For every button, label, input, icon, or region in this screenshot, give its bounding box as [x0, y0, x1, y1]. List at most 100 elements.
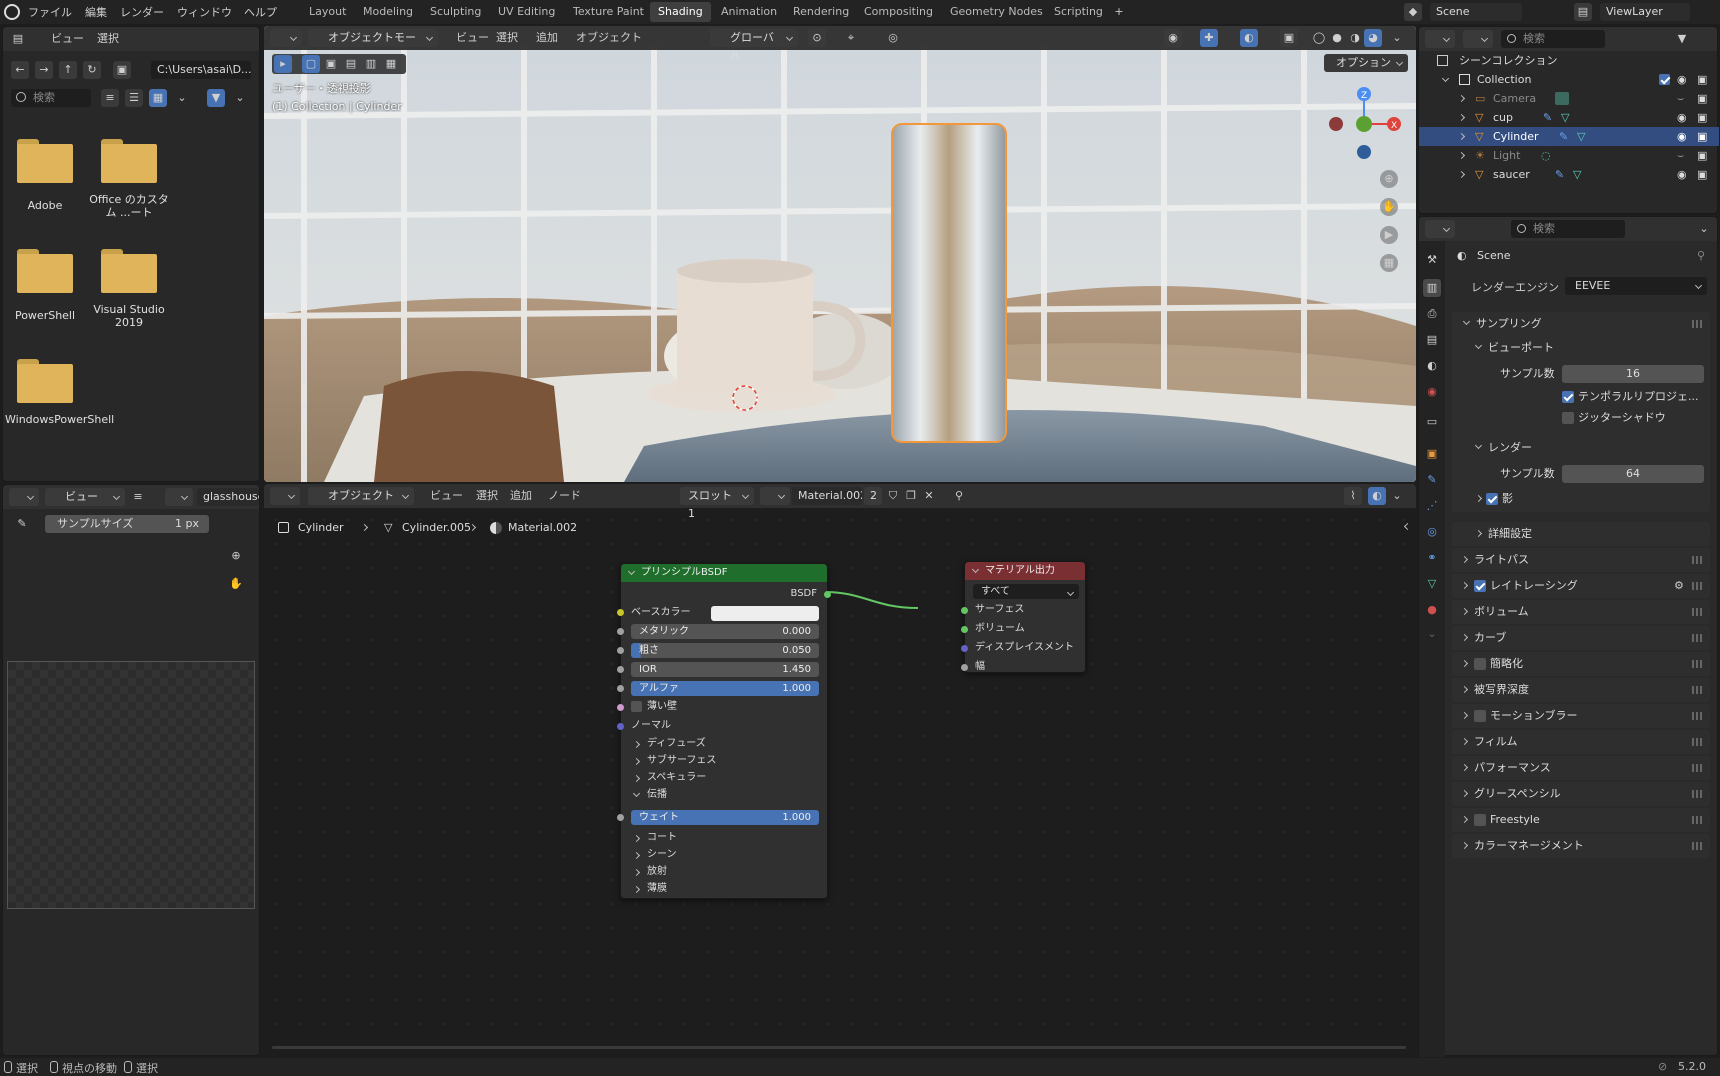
path-field[interactable]: C:\Users\asai\D...: [151, 61, 251, 79]
normal-socket[interactable]: [617, 723, 624, 730]
bsdf-node-header[interactable]: プリンシプルBSDF: [621, 564, 827, 582]
expand-icon[interactable]: [1457, 151, 1466, 160]
node-overlay-icon[interactable]: ◐: [1368, 487, 1386, 505]
menu-file[interactable]: ファイル: [28, 4, 72, 20]
roughness-field[interactable]: 粗さ 0.050: [631, 643, 819, 658]
refresh-icon[interactable]: ↻: [83, 61, 101, 79]
camera-render-icon[interactable]: ▣: [1697, 89, 1707, 108]
motion-blur-checkbox[interactable]: [1474, 710, 1486, 722]
viewport-samples-field[interactable]: 16: [1562, 365, 1704, 383]
hidden-icon[interactable]: ⌣: [1677, 89, 1684, 108]
ne-menu-node[interactable]: ノード: [548, 487, 581, 505]
outliner-search-input[interactable]: 検索: [1501, 30, 1605, 48]
light-paths-panel[interactable]: ライトパス: [1452, 548, 1710, 572]
modifier-tab-icon[interactable]: ✎: [1423, 471, 1441, 489]
motion-blur-panel[interactable]: モーションブラー: [1452, 704, 1710, 728]
scene-icon[interactable]: ◆: [1404, 3, 1422, 21]
list-view-icon[interactable]: ≡: [101, 89, 119, 107]
base-color-swatch[interactable]: [711, 606, 819, 621]
thin-wall-socket[interactable]: [617, 704, 624, 711]
material-name-field[interactable]: Material.002: [792, 487, 862, 505]
jitter-shadow-checkbox[interactable]: [1562, 412, 1574, 424]
shading-rendered-icon[interactable]: ◕: [1364, 29, 1382, 47]
specular-section[interactable]: スペキュラー: [647, 770, 706, 786]
expand-icon[interactable]: [1460, 555, 1469, 564]
tab-scripting[interactable]: Scripting: [1046, 2, 1111, 22]
coat-expand-icon[interactable]: [632, 834, 641, 843]
image-editor-type[interactable]: [9, 488, 39, 506]
diffuse-expand-icon[interactable]: [632, 740, 641, 749]
transmission-weight-field[interactable]: ウェイト 1.000: [631, 810, 819, 825]
output-tab-icon[interactable]: ⎙: [1423, 305, 1441, 323]
output-node-header[interactable]: マテリアル出力: [965, 562, 1085, 580]
editor-type-icon[interactable]: ▤: [9, 30, 27, 48]
camera-render-icon[interactable]: ▣: [1697, 127, 1707, 146]
drag-handle-icon[interactable]: [1692, 556, 1702, 564]
sheen-section[interactable]: シーン: [647, 847, 677, 863]
render-samples-field[interactable]: 64: [1562, 465, 1704, 483]
expand-icon[interactable]: [1457, 94, 1466, 103]
expand-icon[interactable]: [1457, 132, 1466, 141]
outliner-item-light[interactable]: ☀ Light ◌ ⌣ ▣: [1419, 146, 1719, 165]
drag-handle-icon[interactable]: [1692, 842, 1702, 850]
tool-tab-icon[interactable]: ⚒: [1423, 251, 1441, 269]
diffuse-section[interactable]: ディフューズ: [647, 736, 706, 752]
drag-handle-icon[interactable]: [1692, 738, 1702, 746]
xray-icon[interactable]: ▣: [1280, 29, 1298, 47]
eye-icon[interactable]: ◉: [1677, 70, 1687, 89]
tab-shading[interactable]: Shading: [650, 2, 711, 22]
tab-rendering[interactable]: Rendering: [785, 2, 857, 22]
expand-icon[interactable]: [1460, 711, 1469, 720]
subsurface-section[interactable]: サブサーフェス: [647, 753, 716, 769]
metallic-socket[interactable]: [617, 628, 624, 635]
performance-panel[interactable]: パフォーマンス: [1452, 756, 1710, 780]
shading-options-icon[interactable]: ⌄: [1388, 29, 1406, 47]
expand-icon[interactable]: [1457, 113, 1466, 122]
tab-geometry-nodes[interactable]: Geometry Nodes: [942, 2, 1051, 22]
image-name-field[interactable]: glasshouse: [197, 488, 259, 506]
drag-handle-icon[interactable]: [1692, 686, 1702, 694]
curves-panel[interactable]: カーブ: [1452, 626, 1710, 650]
object-tab-icon[interactable]: ▣: [1423, 445, 1441, 463]
ior-socket[interactable]: [617, 666, 624, 673]
expand-icon[interactable]: [1460, 659, 1469, 668]
properties-search-input[interactable]: 検索: [1511, 220, 1625, 238]
sample-size-field[interactable]: サンプルサイズ 1 px: [45, 515, 209, 533]
camera-render-icon[interactable]: ▣: [1697, 70, 1707, 89]
shading-solid-icon[interactable]: ●: [1328, 29, 1346, 47]
pan-icon[interactable]: ✋: [1380, 198, 1398, 216]
menu-window[interactable]: ウィンドウ: [177, 4, 232, 20]
preset-icon[interactable]: ⚙: [1674, 574, 1684, 598]
advanced-subpanel[interactable]: 詳細設定: [1452, 522, 1710, 546]
collapse-chevron-icon[interactable]: [971, 565, 980, 574]
sampling-panel[interactable]: サンプリング ビューポート サンプル数 16 テンポラルリプロジェ... ジッタ…: [1452, 312, 1710, 512]
alpha-field[interactable]: アルファ 1.000: [631, 681, 819, 696]
thin-wall-checkbox[interactable]: [631, 701, 642, 712]
vp-menu-object[interactable]: オブジェクト: [576, 29, 642, 47]
folder-icon[interactable]: [101, 249, 157, 293]
material-output-node[interactable]: マテリアル出力 すべて サーフェス ボリューム ディスプレイスメント 幅: [961, 561, 1086, 673]
sheen-expand-icon[interactable]: [632, 851, 641, 860]
snap-node-icon[interactable]: ⌇: [1344, 487, 1362, 505]
folder-icon[interactable]: [17, 139, 73, 183]
back-icon[interactable]: ←: [11, 61, 29, 79]
outliner-item-cylinder[interactable]: ▽ Cylinder ✎ ▽ ◉ ▣: [1419, 127, 1719, 146]
pin-icon[interactable]: ⚲: [1697, 249, 1705, 262]
bsdf-output-socket[interactable]: [824, 591, 831, 598]
filter-icon[interactable]: ▼: [1673, 30, 1691, 48]
expand-icon[interactable]: [1460, 581, 1469, 590]
simplify-panel[interactable]: 簡略化: [1452, 652, 1710, 676]
specular-expand-icon[interactable]: [632, 774, 641, 783]
options-dropdown[interactable]: オプション: [1324, 54, 1408, 72]
eyedropper-icon[interactable]: ✎: [13, 515, 31, 533]
display-settings-icon[interactable]: ⌄: [173, 89, 191, 107]
outliner-item-saucer[interactable]: ▽ saucer ✎ ▽ ◉ ▣: [1419, 165, 1719, 184]
drag-handle-icon[interactable]: [1692, 816, 1702, 824]
scene-field[interactable]: Scene: [1430, 3, 1522, 21]
physics-tab-icon[interactable]: ◎: [1423, 523, 1441, 541]
image-zoom-icon[interactable]: ⊕: [227, 547, 245, 565]
viewport-collapse-icon[interactable]: [1474, 341, 1483, 350]
node-editor-type[interactable]: [270, 487, 300, 505]
overlay-toggle-icon[interactable]: ◐: [1240, 29, 1258, 47]
film-panel[interactable]: フィルム: [1452, 730, 1710, 754]
